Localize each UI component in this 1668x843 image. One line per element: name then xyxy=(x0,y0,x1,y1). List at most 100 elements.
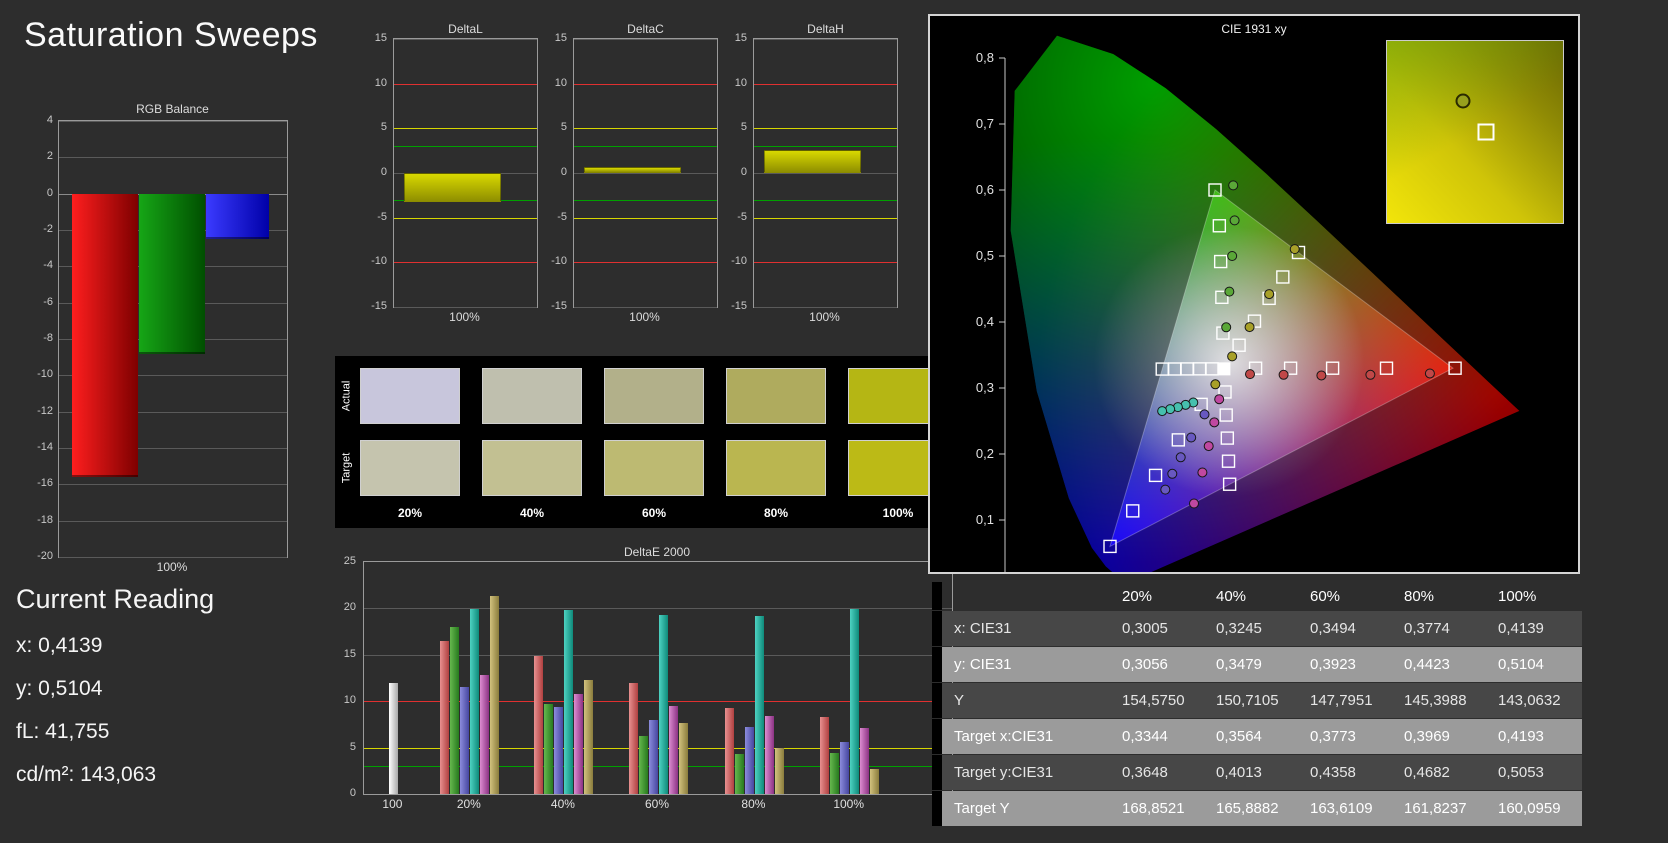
axis-tick-label: -5 xyxy=(557,210,567,223)
gridline xyxy=(754,39,897,40)
table-cell: 163,6109 xyxy=(1300,791,1394,826)
target-swatch xyxy=(482,440,582,496)
table-row-label: Target Y xyxy=(942,791,1112,826)
axis-tick-label: 0 xyxy=(349,787,356,799)
current-reading-cdm2: cd/m²: 143,063 xyxy=(16,763,157,786)
rgb-bar-green xyxy=(139,193,205,354)
table-cell: 160,0959 xyxy=(1488,791,1582,826)
current-reading: Current Reading x: 0,4139 y: 0,5104 fL: … xyxy=(16,584,214,787)
table-cell: 0,3479 xyxy=(1206,647,1300,682)
actual-swatch xyxy=(726,368,826,424)
gridline xyxy=(59,557,287,558)
inset-target-square xyxy=(1477,123,1495,141)
axis-tick-label: 10 xyxy=(734,76,747,89)
table-cell: 0,4423 xyxy=(1394,647,1488,682)
axis-tick-label: 2 xyxy=(46,150,53,163)
measured-point xyxy=(1203,441,1214,452)
measured-point xyxy=(1228,180,1239,191)
axis-tick-label: -10 xyxy=(371,255,387,268)
axis-tick-label: 15 xyxy=(343,647,356,660)
table-cell: 0,4358 xyxy=(1300,755,1394,790)
axis-tick-label: 5 xyxy=(380,121,387,134)
table-cell: 154,5750 xyxy=(1112,683,1206,718)
axis-tick-label: 25 xyxy=(343,555,356,567)
measured-point xyxy=(1244,322,1255,333)
measured-point xyxy=(1209,417,1220,428)
axis-tick-label: -15 xyxy=(371,300,387,312)
table-row: y: CIE31 0,3056 0,3479 0,3923 0,4423 0,5104 xyxy=(932,647,1582,682)
table-row-label: Target y:CIE31 xyxy=(942,755,1112,790)
axis-tick-label: 0 xyxy=(46,186,53,199)
reference-line xyxy=(574,262,717,264)
current-reading-x: x: 0,4139 xyxy=(16,634,103,657)
deltae-bar-group xyxy=(718,562,790,794)
gridline xyxy=(574,173,717,174)
axis-tick-label: -8 xyxy=(43,332,53,344)
actual-row-label-text: Actual xyxy=(340,380,353,412)
axis-tick-label: 20 xyxy=(343,601,356,614)
deltae-bar-blue xyxy=(744,727,754,794)
deltae-bar-group xyxy=(814,562,886,794)
delta-l-title: DeltaL xyxy=(448,22,483,36)
measured-point xyxy=(1229,215,1240,226)
measured-point xyxy=(1175,452,1186,463)
table-edge-strip xyxy=(932,611,942,646)
deltae-bar-green xyxy=(734,754,744,794)
table-column-header: 60% xyxy=(1310,587,1341,605)
svg-text:0,4: 0,4 xyxy=(976,314,994,329)
deltae-bar-magenta xyxy=(764,716,774,794)
measured-point xyxy=(1157,406,1168,417)
table-column-header: 80% xyxy=(1404,587,1435,605)
table-cell: 0,4193 xyxy=(1488,719,1582,754)
rgb-bar-blue xyxy=(206,193,269,240)
axis-tick-label: 15 xyxy=(374,32,387,44)
svg-text:0,2: 0,2 xyxy=(976,446,994,461)
deltae-bar-magenta xyxy=(860,728,870,794)
axis-tick-label: -16 xyxy=(37,477,53,490)
delta-e-y-axis: 0 5 10 15 20 25 xyxy=(335,555,360,799)
axis-tick-label: 5 xyxy=(740,121,747,134)
current-reading-y: y: 0,5104 xyxy=(16,677,103,700)
axis-tick-label: -10 xyxy=(37,368,53,381)
deltae-bar-cyan xyxy=(564,610,574,794)
delta-h-title: DeltaH xyxy=(807,22,844,36)
delta-h-chart: DeltaH 15 10 5 0 -5 -10 -15 100% xyxy=(725,22,900,324)
table-cell: 0,4139 xyxy=(1488,611,1582,646)
reference-line xyxy=(754,199,897,201)
measured-point xyxy=(1278,369,1289,380)
delta-e-chart: DeltaE 2000 0 5 10 15 20 25 100 20% 40% 60% 80% 10… xyxy=(335,545,955,835)
table-cell: 0,3005 xyxy=(1112,611,1206,646)
gridline xyxy=(754,307,897,308)
target-swatch xyxy=(360,440,460,496)
table-cell: 0,3245 xyxy=(1206,611,1300,646)
axis-tick-label: 10 xyxy=(554,76,567,89)
rgb-balance-chart: RGB Balance 4 2 0 -2 -4 -6 -8 -10 -12 -14 -16 -18 -2… xyxy=(30,100,295,580)
table-cell: 145,3988 xyxy=(1394,683,1488,718)
axis-tick-label: -15 xyxy=(551,300,567,312)
reference-line xyxy=(394,83,537,85)
measured-point xyxy=(1199,409,1210,420)
table-row-label: y: CIE31 xyxy=(942,647,1112,682)
table-cell: 168,8521 xyxy=(1112,791,1206,826)
deltae-bar-cyan xyxy=(658,614,668,794)
delta-c-chart: DeltaC 15 10 5 0 -5 -10 -15 100% xyxy=(545,22,720,324)
swatch-panel: Actual Target 20% 40% 60% 80% 100% xyxy=(335,356,955,528)
axis-tick-label: 0 xyxy=(380,166,387,178)
table-column-header: 100% xyxy=(1498,587,1537,605)
table-cell: 0,5104 xyxy=(1488,647,1582,682)
table-cell: 143,0632 xyxy=(1488,683,1582,718)
axis-tick-label: -5 xyxy=(377,210,387,223)
table-row-label: Target x:CIE31 xyxy=(942,719,1112,754)
table-cell: 161,8237 xyxy=(1394,791,1488,826)
axis-tick-label: 0 xyxy=(740,166,747,178)
measured-point xyxy=(1424,368,1435,379)
reference-line xyxy=(394,146,537,148)
table-cell: 165,8882 xyxy=(1206,791,1300,826)
table-cell: 0,3923 xyxy=(1300,647,1394,682)
table-row: Target y:CIE31 0,3648 0,4013 0,4358 0,4682 0,… xyxy=(932,755,1582,790)
page-title: Saturation Sweeps xyxy=(24,16,318,54)
deltae-bar-yellow xyxy=(870,768,880,794)
deltae-bar-blue xyxy=(554,706,564,794)
reference-line xyxy=(574,146,717,148)
measurement-table: 20% 40% 60% 80% 100% x: CIE31 0,3005 0,3245 0,34… xyxy=(932,582,1582,827)
